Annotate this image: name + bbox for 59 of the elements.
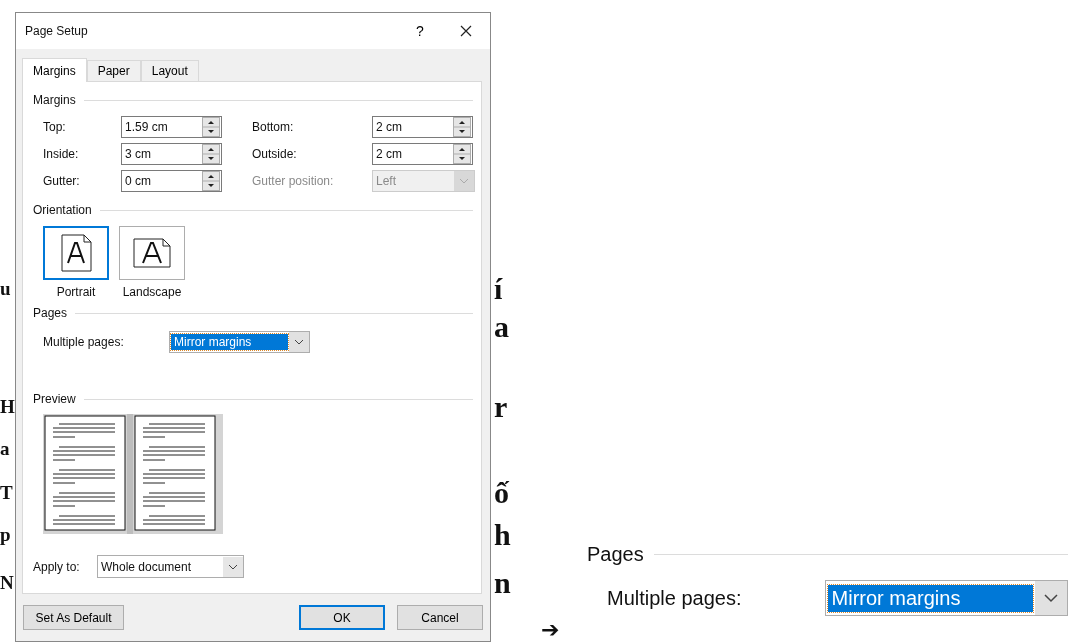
orientation-label: Landscape: [122, 285, 182, 299]
dropdown-field[interactable]: Mirror margins: [169, 331, 310, 353]
chevron-icon: [289, 332, 309, 352]
spinner-icon: [453, 144, 471, 164]
orientation-button[interactable]: [43, 226, 109, 280]
group-heading: Pages: [33, 306, 68, 320]
orientation-button[interactable]: [119, 226, 185, 280]
spin-field[interactable]: 1.59 cm: [121, 116, 222, 138]
arrow-glyph: ➔: [541, 618, 560, 642]
spin-field[interactable]: 2 cm: [372, 143, 473, 165]
dropdown-field[interactable]: Mirror margins: [824, 580, 1068, 616]
chevron-icon: [223, 556, 243, 577]
document-text: a: [0, 437, 10, 461]
window-title: Page Setup: [25, 24, 89, 38]
field-label: Top:: [43, 120, 67, 134]
document-text: ố: [494, 476, 509, 510]
field-label: Gutter position:: [252, 174, 335, 188]
close-icon: [460, 25, 472, 37]
field-label: Inside:: [43, 147, 80, 161]
spinner-icon: [202, 171, 220, 191]
document-text: í: [494, 272, 503, 306]
dialog-button[interactable]: Set As Default: [23, 605, 124, 631]
document-text: u: [0, 277, 11, 301]
spinner-icon: [202, 144, 220, 164]
document-text: N: [0, 571, 14, 595]
field-label: Bottom:: [252, 120, 295, 134]
spinner-icon: [453, 117, 471, 137]
group-heading: Margins: [33, 93, 76, 107]
spinner-icon: [202, 117, 220, 137]
orientation-label: Portrait: [56, 285, 96, 299]
document-text: h: [494, 518, 511, 552]
chevron-icon: [454, 171, 474, 191]
document-text: n: [494, 566, 511, 600]
field-label: Gutter:: [43, 174, 81, 188]
help-button[interactable]: ?: [398, 13, 442, 49]
portrait-page-icon: [60, 234, 92, 272]
tab[interactable]: Paper: [86, 60, 141, 81]
document-text: H: [0, 395, 15, 419]
dropdown-field[interactable]: Whole document: [97, 555, 244, 578]
document-text: r: [494, 390, 508, 424]
group-heading: Pages: [587, 542, 644, 566]
field-label: Multiple pages:: [607, 586, 743, 610]
document-text: a: [494, 310, 509, 344]
landscape-page-icon: [133, 238, 171, 268]
field-label: Multiple pages:: [43, 335, 125, 349]
dialog-button[interactable]: Cancel: [397, 605, 483, 631]
document-text: p: [0, 523, 11, 547]
spin-field[interactable]: 2 cm: [372, 116, 473, 138]
tab[interactable]: Margins: [22, 58, 87, 82]
chevron-icon: [1035, 581, 1067, 615]
group-heading: Preview: [33, 392, 76, 406]
spin-field[interactable]: 0 cm: [121, 170, 222, 192]
tab[interactable]: Layout: [140, 60, 199, 81]
field-label: Outside:: [252, 147, 298, 161]
spin-field[interactable]: 3 cm: [121, 143, 222, 165]
group-heading: Orientation: [33, 203, 92, 217]
document-text: T: [0, 481, 13, 505]
dialog-button[interactable]: OK: [299, 605, 385, 631]
field-label: Apply to:: [33, 559, 81, 574]
